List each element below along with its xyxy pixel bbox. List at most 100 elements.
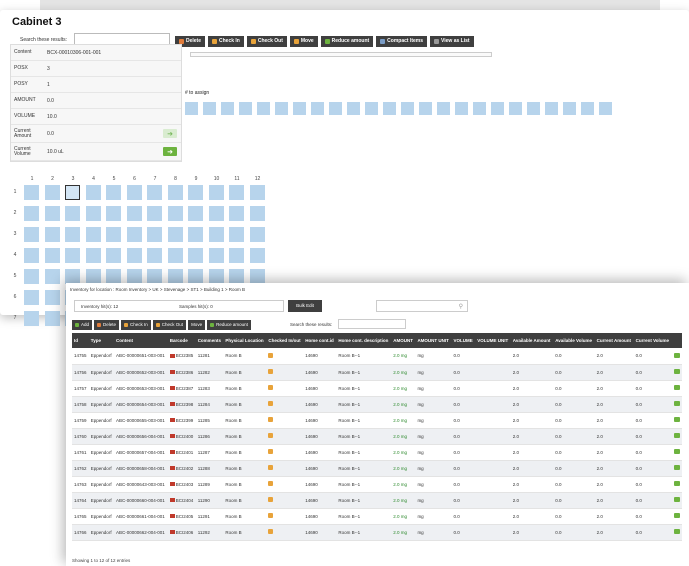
grid-cell[interactable]: [106, 185, 121, 200]
search-results-input[interactable]: [338, 319, 406, 329]
grid-cell[interactable]: [167, 185, 183, 200]
grid-cell[interactable]: [229, 185, 244, 200]
reduce-amount-button[interactable]: Reduce amount: [320, 36, 374, 47]
unassigned-slot[interactable]: [599, 102, 612, 115]
grid-cell[interactable]: [188, 248, 203, 263]
unassigned-slot[interactable]: [347, 102, 360, 115]
grid-cell[interactable]: [147, 269, 162, 284]
grid-cell[interactable]: [44, 269, 60, 284]
unassigned-slot[interactable]: [581, 102, 594, 115]
grid-cell[interactable]: [106, 269, 121, 284]
unassigned-slot[interactable]: [509, 102, 522, 115]
check-in-button[interactable]: Check In: [208, 36, 244, 47]
check-out-button[interactable]: Check Out: [246, 36, 287, 47]
grid-cell[interactable]: [106, 227, 121, 242]
grid-cell[interactable]: [24, 290, 39, 305]
grid-cell[interactable]: [44, 311, 60, 326]
grid-cell[interactable]: [126, 185, 142, 200]
grid-cell[interactable]: [249, 206, 265, 221]
view-as-list-button[interactable]: View as List: [430, 36, 474, 47]
grid-cell[interactable]: [85, 269, 101, 284]
table-row[interactable]: 14760 Eppendorf ABC-00000656-004-001 BCI240…: [72, 428, 682, 445]
grid-cell[interactable]: [24, 248, 39, 263]
column-header[interactable]: Type: [88, 333, 114, 348]
grid-cell[interactable]: [208, 227, 224, 242]
column-header[interactable]: Current Amount: [594, 333, 634, 348]
reduce-icon[interactable]: [673, 401, 680, 406]
grid-cell[interactable]: [229, 269, 244, 284]
reduce-icon[interactable]: [673, 417, 680, 422]
grid-cell[interactable]: [188, 269, 203, 284]
unassigned-slot[interactable]: [203, 102, 216, 115]
column-header[interactable]: Comments: [195, 333, 224, 348]
column-header[interactable]: AMOUNT: [391, 333, 416, 348]
grid-cell[interactable]: [147, 248, 162, 263]
reduce-icon[interactable]: [673, 449, 680, 454]
grid-cell[interactable]: [147, 206, 162, 221]
unassigned-slot[interactable]: [311, 102, 324, 115]
unassigned-slot[interactable]: [257, 102, 270, 115]
grid-cell[interactable]: [44, 206, 60, 221]
grid-cell[interactable]: [167, 206, 183, 221]
delete-button[interactable]: Delete: [94, 320, 120, 330]
grid-cell[interactable]: [147, 185, 162, 200]
table-row[interactable]: 14765 Eppendorf ABC-00000661-004-001 BCI240…: [72, 508, 682, 525]
grid-cell[interactable]: [24, 311, 39, 326]
table-row[interactable]: 14756 Eppendorf ABC-00000652-003-001 BCI238…: [72, 364, 682, 381]
grid-cell[interactable]: [24, 227, 39, 242]
reduce-icon[interactable]: [673, 529, 680, 534]
unassigned-slot[interactable]: [419, 102, 432, 115]
reduce-amount-button[interactable]: Reduce amount: [207, 320, 251, 330]
table-row[interactable]: 14758 Eppendorf ABC-00000654-003-001 BCI239…: [72, 396, 682, 413]
add-button[interactable]: Add: [72, 320, 93, 330]
reduce-icon[interactable]: [673, 385, 680, 390]
grid-cell[interactable]: [44, 248, 60, 263]
grid-cell[interactable]: [208, 185, 224, 200]
unassigned-slot[interactable]: [275, 102, 288, 115]
grid-cell[interactable]: [229, 248, 244, 263]
unassigned-slot[interactable]: [401, 102, 414, 115]
reduce-icon[interactable]: [673, 369, 680, 374]
grid-cell[interactable]: [65, 269, 80, 284]
reduce-icon[interactable]: [673, 352, 680, 358]
column-header[interactable]: Home cont.id: [303, 333, 337, 348]
reduce-icon[interactable]: [673, 481, 680, 486]
unassigned-slot[interactable]: [293, 102, 306, 115]
grid-cell[interactable]: [85, 248, 101, 263]
table-row[interactable]: 14764 Eppendorf ABC-00000660-004-001 BCI240…: [72, 492, 682, 509]
grid-cell[interactable]: [126, 206, 142, 221]
grid-cell[interactable]: [188, 227, 203, 242]
reduce-icon[interactable]: [673, 497, 680, 502]
column-header[interactable]: Barcode: [167, 333, 196, 348]
column-header[interactable]: Physical Location: [223, 333, 267, 348]
grid-cell[interactable]: [65, 248, 80, 263]
grid-cell[interactable]: [249, 269, 265, 284]
column-header[interactable]: Available Amount: [510, 333, 554, 348]
column-header[interactable]: Home cont. description: [336, 333, 392, 348]
grid-cell[interactable]: [126, 227, 142, 242]
grid-cell[interactable]: [65, 185, 80, 200]
column-header[interactable]: Available Volume: [553, 333, 595, 348]
column-header[interactable]: Checked In/out: [266, 333, 304, 348]
grid-cell[interactable]: [208, 206, 224, 221]
compact-items-button[interactable]: Compact Items: [376, 36, 428, 47]
arrow-right-icon[interactable]: ➜: [163, 129, 177, 138]
table-row[interactable]: 14757 Eppendorf ABC-00000653-003-001 BCI238…: [72, 380, 682, 397]
column-header[interactable]: Content: [114, 333, 168, 348]
grid-cell[interactable]: [85, 227, 101, 242]
column-header[interactable]: AMOUNT UNIT: [415, 333, 452, 348]
column-header[interactable]: Current Volume: [633, 333, 672, 348]
grid-cell[interactable]: [65, 206, 80, 221]
unassigned-slot[interactable]: [221, 102, 234, 115]
grid-cell[interactable]: [106, 248, 121, 263]
grid-cell[interactable]: [44, 290, 60, 305]
unassigned-slot[interactable]: [473, 102, 486, 115]
grid-cell[interactable]: [208, 269, 224, 284]
reduce-icon[interactable]: [673, 433, 680, 438]
grid-cell[interactable]: [229, 206, 244, 221]
grid-cell[interactable]: [24, 206, 39, 221]
reduce-icon[interactable]: [673, 513, 680, 518]
grid-cell[interactable]: [167, 269, 183, 284]
unassigned-slot[interactable]: [383, 102, 396, 115]
grid-cell[interactable]: [167, 227, 183, 242]
